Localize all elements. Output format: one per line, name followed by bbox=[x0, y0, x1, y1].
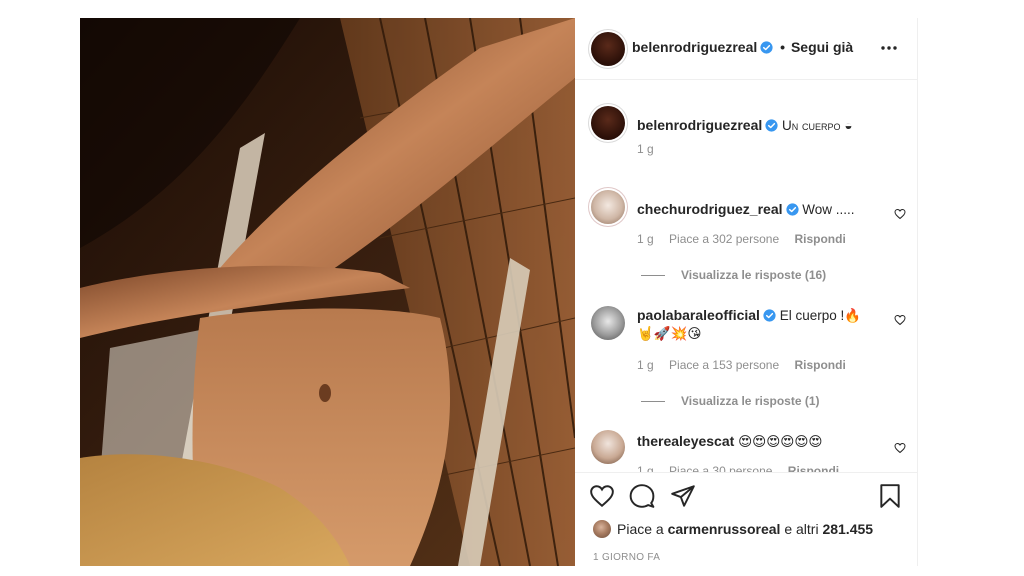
follow-separator: • bbox=[780, 39, 786, 55]
instagram-post: belenrodriguezreal • Segui già belenrodr… bbox=[80, 18, 918, 566]
caption-age[interactable]: 1 g bbox=[637, 142, 654, 156]
follow-status-button[interactable]: Segui già bbox=[791, 39, 853, 55]
comment-item: therealeyescat 😍😍😍😍😍😍 1 g Piace a 30 per… bbox=[575, 428, 918, 472]
likes-suffix: e altri bbox=[780, 521, 823, 537]
verified-badge-icon bbox=[785, 203, 799, 216]
comment-avatar[interactable] bbox=[591, 190, 625, 224]
comment-text: paolabaraleofficial El cuerpo !🔥🤘🚀💥😘 bbox=[637, 306, 877, 343]
author-avatar[interactable] bbox=[591, 32, 625, 66]
liker-avatar bbox=[593, 520, 611, 538]
post-actions: Piace a carmenrussoreal e altri 281.455 … bbox=[575, 472, 918, 566]
comment-meta: 1 g Piace a 302 persone Rispondi bbox=[637, 232, 858, 246]
caption-text: belenrodriguezreal Un cuerpo ◒ bbox=[637, 116, 902, 135]
comment-like-heart-icon[interactable] bbox=[894, 314, 906, 326]
caption-body: Un cuerpo bbox=[782, 118, 841, 133]
comment-item: paolabaraleofficial El cuerpo !🔥🤘🚀💥😘 1 g… bbox=[575, 302, 918, 412]
comment-likes[interactable]: Piace a 30 persone bbox=[669, 464, 772, 472]
reply-button[interactable]: Rispondi bbox=[794, 358, 845, 372]
verified-badge-icon bbox=[763, 309, 776, 322]
comment-text: therealeyescat 😍😍😍😍😍😍 bbox=[637, 432, 877, 451]
likes-count[interactable]: 281.455 bbox=[822, 521, 873, 537]
heart-icon[interactable] bbox=[589, 483, 615, 509]
bookmark-icon[interactable] bbox=[877, 483, 903, 509]
caption-username[interactable]: belenrodriguezreal bbox=[637, 117, 762, 133]
view-replies-button[interactable]: Visualizza le risposte (16) bbox=[641, 268, 826, 282]
verified-badge-icon bbox=[765, 119, 778, 132]
comment-likes[interactable]: Piace a 153 persone bbox=[669, 358, 779, 372]
comment-meta: 1 g Piace a 153 persone Rispondi bbox=[637, 358, 858, 372]
view-replies-label: Visualizza le risposte (1) bbox=[681, 394, 820, 408]
comment-icon[interactable] bbox=[629, 483, 655, 509]
replies-divider-line bbox=[641, 275, 665, 277]
view-replies-button[interactable]: Visualizza le risposte (1) bbox=[641, 394, 820, 408]
post-header: belenrodriguezreal • Segui già bbox=[575, 18, 918, 80]
comment-item: chechurodriguez_real Wow ..... 1 g Piace… bbox=[575, 186, 918, 286]
comment-body: 😍😍😍😍😍😍 bbox=[738, 434, 823, 449]
comment-age[interactable]: 1 g bbox=[637, 464, 654, 472]
more-options-icon[interactable] bbox=[880, 45, 898, 51]
comment-username[interactable]: therealeyescat bbox=[637, 433, 734, 449]
comment-like-heart-icon[interactable] bbox=[894, 208, 906, 220]
caption-avatar[interactable] bbox=[591, 106, 625, 140]
reply-button[interactable]: Rispondi bbox=[794, 232, 845, 246]
comment-age[interactable]: 1 g bbox=[637, 232, 654, 246]
author-username[interactable]: belenrodriguezreal bbox=[632, 39, 757, 55]
post-photo[interactable] bbox=[80, 18, 575, 566]
comment-likes[interactable]: Piace a 302 persone bbox=[669, 232, 779, 246]
comment-text: chechurodriguez_real Wow ..... bbox=[637, 200, 877, 219]
caption-meta: 1 g bbox=[637, 142, 666, 156]
likes-summary[interactable]: Piace a carmenrussoreal e altri 281.455 bbox=[593, 520, 873, 538]
comment-avatar[interactable] bbox=[591, 430, 625, 464]
comment-age[interactable]: 1 g bbox=[637, 358, 654, 372]
view-replies-label: Visualizza le risposte (16) bbox=[681, 268, 827, 282]
comment-like-heart-icon[interactable] bbox=[894, 442, 906, 454]
likes-user[interactable]: carmenrussoreal bbox=[668, 521, 781, 537]
author-line: belenrodriguezreal • Segui già bbox=[632, 39, 853, 55]
replies-divider-line bbox=[641, 401, 665, 403]
verified-badge-icon bbox=[760, 41, 773, 54]
share-icon[interactable] bbox=[670, 483, 696, 509]
post-image bbox=[80, 18, 575, 566]
comment-meta: 1 g Piace a 30 persone Rispondi bbox=[637, 464, 851, 472]
caption-emoji: ◒ bbox=[844, 118, 853, 133]
comment-avatar[interactable] bbox=[591, 306, 625, 340]
comment-body: Wow ..... bbox=[802, 202, 855, 217]
comments-list[interactable]: belenrodriguezreal Un cuerpo ◒ 1 g chech… bbox=[575, 80, 918, 472]
caption: belenrodriguezreal Un cuerpo ◒ 1 g bbox=[575, 80, 918, 170]
likes-prefix: Piace a bbox=[617, 521, 668, 537]
post-timestamp[interactable]: 1 GIORNO FA bbox=[593, 552, 660, 563]
comment-username[interactable]: paolabaraleofficial bbox=[637, 307, 760, 323]
post-panel: belenrodriguezreal • Segui già belenrodr… bbox=[575, 18, 918, 566]
comment-username[interactable]: chechurodriguez_real bbox=[637, 201, 783, 217]
reply-button[interactable]: Rispondi bbox=[788, 464, 839, 472]
